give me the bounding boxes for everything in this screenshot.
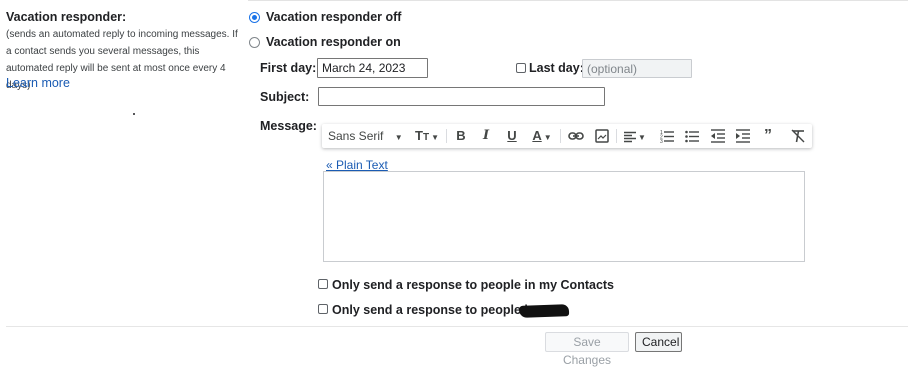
svg-text:3: 3: [660, 139, 663, 143]
save-changes-button[interactable]: Save Changes: [545, 332, 629, 367]
italic-icon[interactable]: I: [478, 124, 494, 148]
learn-more-link[interactable]: Learn more: [6, 76, 70, 90]
bold-icon[interactable]: B: [453, 124, 469, 148]
redaction-mark: [518, 304, 570, 318]
formatting-toolbar: Sans Serif ▼ TT ▼ B I U A ▼ ▼ 1 2 3 ”: [322, 124, 812, 148]
top-divider: [248, 0, 908, 1]
image-icon[interactable]: [595, 129, 609, 143]
align-icon[interactable]: ▼: [622, 124, 648, 148]
section-title: Vacation responder:: [6, 10, 127, 24]
last-day-label: Last day:: [529, 61, 584, 75]
underline-icon[interactable]: U: [504, 124, 520, 148]
message-label: Message:: [260, 119, 317, 133]
subject-label: Subject:: [260, 90, 310, 104]
bulleted-list-icon[interactable]: [685, 129, 699, 143]
first-day-input[interactable]: [317, 58, 428, 78]
plain-text-link[interactable]: « Plain Text: [326, 158, 388, 172]
stray-dot: [133, 113, 135, 115]
indent-more-icon[interactable]: [736, 129, 750, 143]
chevron-down-icon: ▼: [394, 133, 403, 142]
font-family-select[interactable]: Sans Serif ▼: [328, 124, 403, 148]
toolbar-divider: [616, 129, 617, 143]
indent-less-icon[interactable]: [711, 129, 725, 143]
toolbar-divider: [446, 129, 447, 143]
remove-formatting-icon[interactable]: [791, 129, 805, 143]
domain-only-checkbox[interactable]: [318, 304, 328, 314]
responder-off-label[interactable]: Vacation responder off: [266, 10, 401, 24]
domain-only-label[interactable]: Only send a response to people in: [332, 303, 536, 317]
last-day-input[interactable]: [582, 59, 692, 78]
contacts-only-checkbox[interactable]: [318, 279, 328, 289]
responder-on-radio[interactable]: [249, 37, 260, 48]
message-editor[interactable]: [323, 171, 805, 262]
text-color-icon[interactable]: A ▼: [528, 124, 556, 148]
first-day-label: First day:: [260, 61, 317, 75]
responder-off-radio[interactable]: [249, 12, 260, 23]
cancel-button[interactable]: Cancel: [635, 332, 682, 352]
contacts-only-label[interactable]: Only send a response to people in my Con…: [332, 278, 614, 292]
subject-input[interactable]: [318, 87, 605, 106]
responder-on-label[interactable]: Vacation responder on: [266, 35, 401, 49]
bottom-divider: [6, 326, 908, 327]
quote-icon[interactable]: ”: [760, 124, 776, 148]
font-family-value: Sans Serif: [328, 129, 384, 143]
link-icon[interactable]: [568, 129, 584, 143]
last-day-checkbox[interactable]: [516, 63, 526, 73]
toolbar-divider: [560, 129, 561, 143]
font-size-icon[interactable]: TT ▼: [412, 124, 442, 148]
numbered-list-icon[interactable]: 1 2 3: [660, 129, 674, 143]
